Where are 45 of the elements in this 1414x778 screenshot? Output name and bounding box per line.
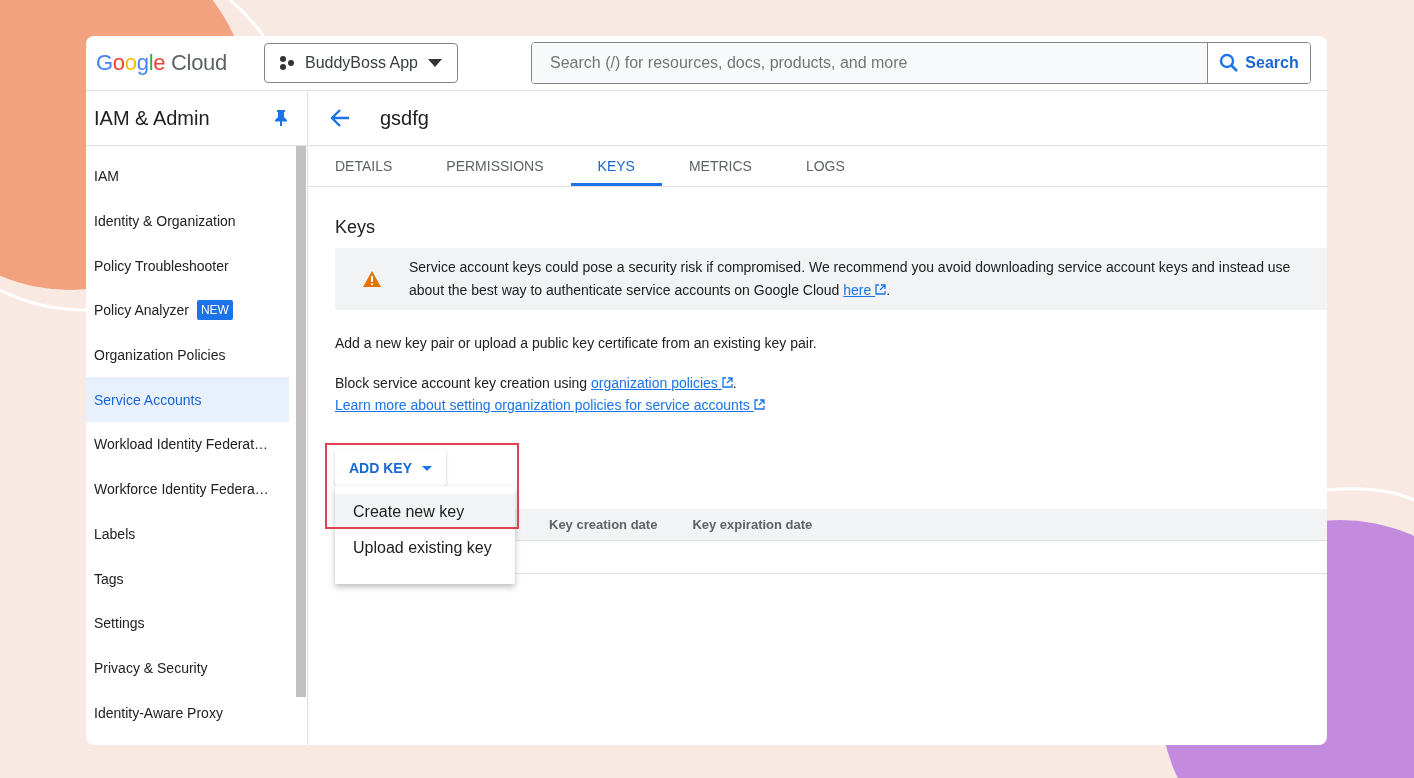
tab[interactable]: METRICS: [661, 149, 779, 186]
sidebar-item[interactable]: Identity-Aware Proxy: [86, 690, 289, 735]
caret-icon: [427, 59, 442, 67]
sidebar-item[interactable]: Workforce Identity Federa…: [86, 466, 289, 512]
tab[interactable]: LOGS: [778, 149, 872, 186]
page-title: gsdfg: [380, 106, 429, 130]
sidebar-item[interactable]: IAM: [86, 154, 289, 199]
description-text: Add a new key pair or upload a public key certificate from an existing key pair.: [335, 335, 818, 351]
sidebar-item[interactable]: Workload Identity Federat…: [86, 422, 289, 467]
sidebar-item[interactable]: Labels: [86, 511, 289, 557]
pin-icon[interactable]: [275, 110, 287, 126]
project-selector[interactable]: BuddyBoss App: [264, 43, 458, 83]
google-cloud-logo[interactable]: Google Cloud: [96, 50, 264, 76]
external-link-icon: [753, 399, 765, 410]
sidebar-item[interactable]: Organization Policies: [86, 332, 289, 378]
caret-icon: [422, 465, 432, 471]
sidebar-title: IAM & Admin: [94, 106, 210, 130]
sidebar-item[interactable]: Settings: [86, 600, 289, 646]
external-link-icon: [875, 284, 887, 295]
scrollbar[interactable]: [296, 146, 306, 697]
column-header[interactable]: Key expiration date: [692, 517, 813, 532]
sidebar-item[interactable]: Service Accounts: [86, 377, 289, 423]
menu-item[interactable]: Create new key: [335, 494, 515, 530]
sidebar-item[interactable]: Policy Troubleshooter: [86, 243, 289, 289]
warning-icon: [363, 271, 381, 287]
new-badge: NEW: [196, 300, 233, 321]
learn-more-link[interactable]: Learn more about setting organization policies for service accounts: [335, 397, 765, 413]
column-header[interactable]: Key creation date: [549, 517, 658, 532]
organization-policies-link[interactable]: organization policies: [591, 375, 733, 391]
warning-text: Service account keys could pose a security risk if compromised. We recommend you avoid downloading service account keys and instead use about the best way to authenticate service accounts on Google Cloud here .: [409, 258, 1291, 300]
section-title: Keys: [335, 217, 377, 238]
external-link-icon: [721, 377, 733, 388]
sidebar-item[interactable]: Tags: [86, 556, 289, 601]
sidebar-item[interactable]: Policy Analyzer NEW: [86, 288, 289, 333]
sidebar-item[interactable]: Privacy & Security: [86, 645, 289, 691]
sidebar-item[interactable]: Identity & Organization: [86, 198, 289, 244]
menu-item[interactable]: Upload existing key: [335, 530, 515, 566]
dots-icon: [279, 55, 295, 71]
tab[interactable]: PERMISSIONS: [419, 149, 571, 186]
here-link[interactable]: here: [843, 282, 887, 298]
add-key-button[interactable]: ADD KEY: [335, 450, 446, 486]
back-arrow-icon[interactable]: [330, 109, 350, 127]
tab[interactable]: KEYS: [570, 149, 662, 186]
tab[interactable]: DETAILS: [308, 149, 420, 186]
block-text: Block service account key creation using organization policies .: [335, 374, 738, 393]
